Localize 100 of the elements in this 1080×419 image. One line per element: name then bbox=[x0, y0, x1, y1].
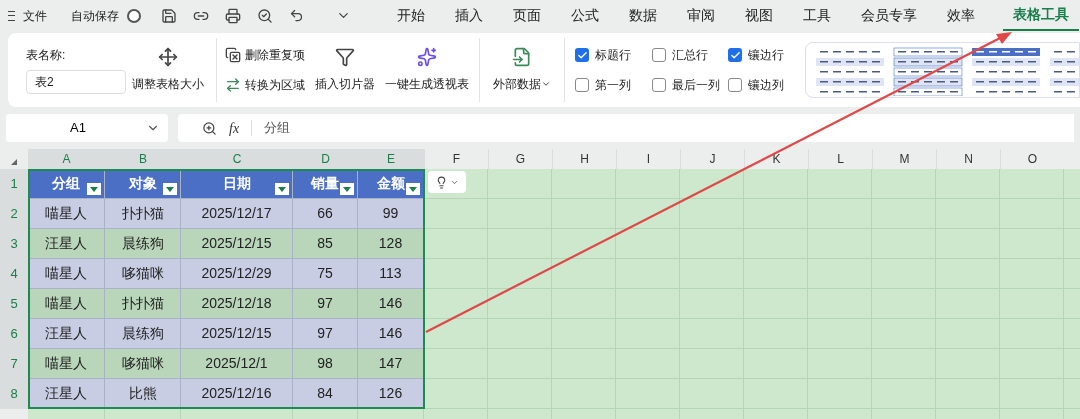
ribbon-tab[interactable]: 审阅 bbox=[677, 5, 725, 26]
grid-cell bbox=[872, 169, 936, 199]
table-cell-text: 哆猫咪 bbox=[121, 354, 164, 373]
grid-cell bbox=[552, 379, 616, 409]
ribbon-tab[interactable]: 会员专享 bbox=[851, 5, 927, 26]
grid-cell bbox=[680, 289, 744, 319]
grid-cell bbox=[488, 289, 552, 319]
checkbox[interactable] bbox=[728, 48, 743, 62]
print-preview-icon[interactable] bbox=[257, 7, 273, 24]
grid-cell bbox=[488, 379, 552, 409]
grid-cell bbox=[616, 259, 680, 289]
grid-cell bbox=[488, 349, 552, 379]
grid-cell bbox=[936, 349, 1000, 379]
filter-dropdown[interactable] bbox=[340, 183, 354, 195]
save-icon[interactable] bbox=[161, 7, 177, 24]
grid-cell bbox=[872, 229, 936, 259]
file-menu[interactable]: 文件 bbox=[23, 6, 47, 25]
sparkle-icon bbox=[417, 47, 437, 67]
grid-cell bbox=[936, 169, 1000, 199]
grid-cell bbox=[488, 319, 552, 349]
insert-slicer-button[interactable]: 插入切片器 bbox=[315, 47, 375, 93]
grid-cell bbox=[552, 289, 616, 319]
table-header-cell-text: 对象 bbox=[128, 174, 157, 193]
table-cell-text: 晨练狗 bbox=[121, 324, 164, 343]
grid-cell bbox=[1064, 289, 1080, 319]
checkbox[interactable] bbox=[651, 78, 666, 92]
ribbon-tab[interactable]: 效率 bbox=[937, 5, 985, 26]
row-header[interactable]: 7 bbox=[0, 349, 28, 379]
grid-cell bbox=[744, 349, 808, 379]
row-header[interactable]: 1 bbox=[0, 169, 28, 199]
grid-cell bbox=[744, 289, 808, 319]
ribbon-tab[interactable]: 视图 bbox=[735, 5, 783, 26]
copy-x-icon bbox=[225, 47, 241, 63]
menu-icon[interactable] bbox=[8, 10, 15, 21]
print-icon[interactable] bbox=[225, 7, 241, 24]
grid-cell bbox=[872, 349, 936, 379]
file-import-icon bbox=[512, 47, 532, 67]
checkbox[interactable] bbox=[651, 48, 666, 62]
grid-cell bbox=[424, 379, 488, 409]
ribbon-tab[interactable]: 页面 bbox=[503, 5, 551, 26]
column-header[interactable]: C bbox=[181, 149, 293, 169]
table-style-icon[interactable] bbox=[892, 44, 964, 96]
table-cell-text: 126 bbox=[378, 384, 403, 403]
row-header[interactable]: 8 bbox=[0, 379, 28, 409]
table-cell-text: 扑扑猫 bbox=[121, 204, 164, 223]
resize-table-button[interactable]: 调整表格大小 bbox=[128, 47, 208, 93]
grid-cell bbox=[1000, 289, 1064, 319]
ribbon-tab[interactable]: 工具 bbox=[793, 5, 841, 26]
grid-cell bbox=[680, 169, 744, 199]
filter-dropdown[interactable] bbox=[275, 183, 289, 195]
filter-dropdown[interactable] bbox=[87, 183, 101, 195]
undo-icon[interactable] bbox=[289, 8, 304, 23]
table-cell-text: 晨练狗 bbox=[121, 234, 164, 253]
insert-function-button[interactable]: fx bbox=[229, 117, 240, 139]
column-header[interactable]: E bbox=[358, 149, 424, 169]
row-header[interactable]: 3 bbox=[0, 229, 28, 259]
row-header[interactable]: 6 bbox=[0, 319, 28, 349]
lightbulb-icon bbox=[435, 175, 448, 189]
column-header[interactable]: D bbox=[293, 149, 358, 169]
checkbox[interactable] bbox=[575, 48, 589, 62]
grid-cell bbox=[808, 229, 872, 259]
grid-cell bbox=[808, 289, 872, 319]
formula-text: 分组 bbox=[264, 119, 291, 138]
grid-cell bbox=[424, 199, 488, 229]
external-data-button[interactable]: 外部数据 bbox=[490, 47, 554, 93]
table-cell-text: 97 bbox=[317, 294, 333, 313]
grid-cell bbox=[1000, 229, 1064, 259]
checkbox[interactable] bbox=[728, 78, 743, 92]
table-cell-text: 哆猫咪 bbox=[121, 264, 164, 283]
grid-cell bbox=[1000, 169, 1064, 199]
autosave-toggle[interactable] bbox=[127, 8, 141, 23]
checkbox[interactable] bbox=[575, 78, 589, 92]
table-name-field[interactable]: 表2 bbox=[26, 70, 126, 94]
grid-cell bbox=[744, 319, 808, 349]
ribbon-tab[interactable]: 表格工具 bbox=[1003, 0, 1079, 31]
row-header[interactable]: 4 bbox=[0, 259, 28, 289]
grid-cell bbox=[1064, 199, 1080, 229]
convert-to-range-button[interactable]: 转换为区域 bbox=[225, 76, 305, 94]
column-header[interactable]: A bbox=[28, 149, 105, 169]
zoom-icon[interactable] bbox=[202, 120, 217, 136]
table-header-cell-text: 金额 bbox=[376, 174, 405, 193]
name-box[interactable]: A1 bbox=[6, 114, 168, 142]
ribbon-tab[interactable]: 数据 bbox=[619, 5, 667, 26]
grid-cell bbox=[616, 229, 680, 259]
ribbon-tab[interactable]: 开始 bbox=[387, 5, 435, 26]
table-cell-text: 2025/12/18 bbox=[201, 294, 272, 313]
grid-cell bbox=[936, 319, 1000, 349]
ribbon-tab[interactable]: 插入 bbox=[445, 5, 493, 26]
table-cell-text: 2025/12/16 bbox=[201, 384, 272, 403]
autosave-label: 自动保存 bbox=[71, 7, 119, 25]
filter-dropdown[interactable] bbox=[163, 183, 177, 195]
pivot-table-button[interactable]: 一键生成透视表 bbox=[385, 47, 469, 93]
row-header[interactable]: 5 bbox=[0, 289, 28, 319]
swap-arrows-icon bbox=[225, 77, 241, 93]
column-header[interactable]: B bbox=[105, 149, 181, 169]
quick-analysis-button[interactable] bbox=[428, 171, 466, 193]
row-header[interactable]: 2 bbox=[0, 199, 28, 229]
ribbon-tab[interactable]: 公式 bbox=[561, 5, 609, 26]
remove-duplicates-button[interactable]: 删除重复项 bbox=[225, 46, 305, 64]
filter-dropdown[interactable] bbox=[406, 183, 420, 195]
